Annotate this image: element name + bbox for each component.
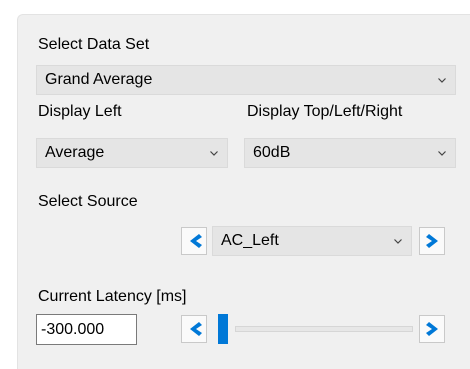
chevron-down-icon <box>438 78 446 83</box>
chevron-right-icon <box>426 322 438 336</box>
latency-slider-track[interactable] <box>235 326 413 332</box>
data-set-combo[interactable]: Grand Average <box>36 65 456 95</box>
latency-next-button[interactable] <box>419 315 445 343</box>
chevron-left-icon <box>190 322 202 336</box>
source-label: Select Source <box>38 193 138 210</box>
display-left-combo[interactable]: Average <box>36 138 228 168</box>
source-next-button[interactable] <box>419 227 445 255</box>
latency-slider-thumb[interactable] <box>218 314 228 344</box>
latency-prev-button[interactable] <box>181 315 207 343</box>
chevron-down-icon <box>210 151 218 156</box>
latency-field[interactable]: -300.000 <box>36 314 137 345</box>
source-combo[interactable]: AC_Left <box>212 226 412 256</box>
display-left-value: Average <box>45 144 105 161</box>
display-left-label: Display Left <box>38 103 122 120</box>
chevron-right-icon <box>426 234 438 248</box>
source-prev-button[interactable] <box>181 227 207 255</box>
display-tlr-label: Display Top/Left/Right <box>247 103 403 120</box>
display-tlr-value: 60dB <box>253 144 291 161</box>
display-tlr-combo[interactable]: 60dB <box>244 138 456 168</box>
chevron-left-icon <box>190 234 202 248</box>
data-set-label: Select Data Set <box>38 36 150 53</box>
chevron-down-icon <box>394 239 402 244</box>
latency-label: Current Latency [ms] <box>38 288 187 305</box>
source-value: AC_Left <box>221 232 279 249</box>
data-set-value: Grand Average <box>45 71 153 88</box>
chevron-down-icon <box>438 151 446 156</box>
